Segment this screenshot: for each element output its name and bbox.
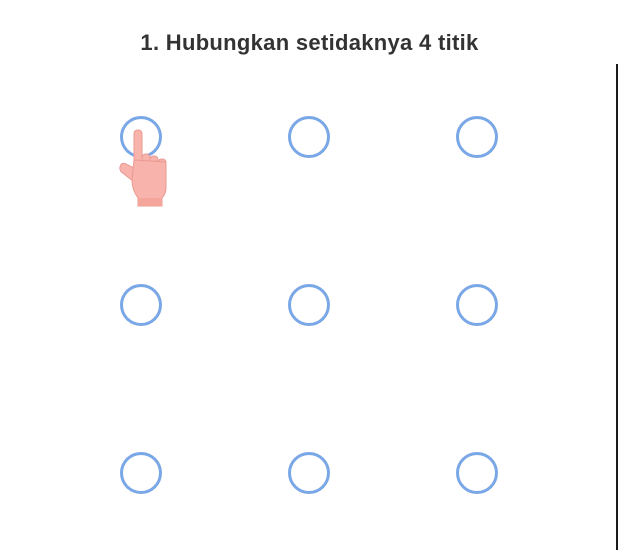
pattern-dot-8[interactable] xyxy=(288,452,330,494)
pattern-dot-7[interactable] xyxy=(120,452,162,494)
pattern-dot-3[interactable] xyxy=(456,116,498,158)
pattern-dot-5[interactable] xyxy=(288,284,330,326)
pattern-dot-6[interactable] xyxy=(456,284,498,326)
pattern-dot-4[interactable] xyxy=(120,284,162,326)
pattern-grid xyxy=(0,0,619,550)
pattern-dot-1[interactable] xyxy=(120,116,162,158)
pattern-dot-2[interactable] xyxy=(288,116,330,158)
pattern-dot-9[interactable] xyxy=(456,452,498,494)
